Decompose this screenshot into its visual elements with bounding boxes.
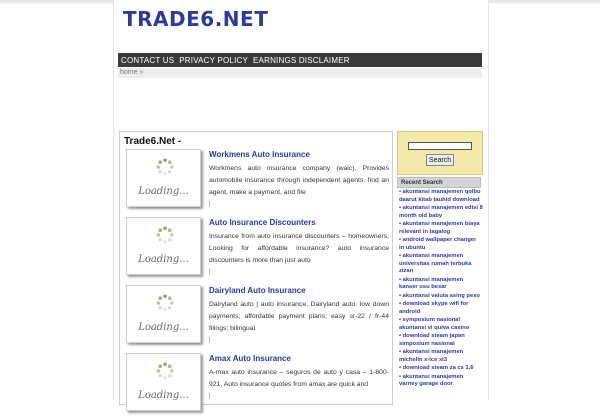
post-thumbnail[interactable]: Loading... [126,285,201,343]
nav-item-privacy-policy[interactable]: PRIVACY POLICY [179,56,248,65]
post-title-link[interactable]: Auto Insurance Discounters [209,218,316,227]
post-excerpt: Dairyland auto | auto insurance, Dairyla… [209,301,389,332]
post-separator: | [209,201,211,207]
post-separator: | [209,269,211,275]
loading-label: Loading... [138,254,189,265]
recent-search-item[interactable]: • download steam japan simposium nasiona… [399,333,483,348]
post-item: Loading... Workmens Auto Insurance Workm… [124,149,390,213]
content-title: Trade6.Net - [124,136,182,147]
recent-search-item[interactable]: • download skype wifi for android [399,301,483,316]
loading-spinner-icon [156,158,174,176]
content-box: Trade6.Net - Loading... Workmens Auto In… [119,131,393,411]
post-thumbnail[interactable]: Loading... [126,353,201,411]
recent-search-link[interactable]: akuntansi manajemen michelin x-ice xi3 [399,349,463,363]
recent-search-item[interactable]: • symposium nasional akuntansi vi quiva … [399,317,483,332]
recent-search-item[interactable]: • akuntansi valuta asing peso [399,293,483,301]
recent-search-item[interactable]: • akuntansi manajemen michelin x-ice xi3 [399,349,483,364]
recent-search-link[interactable]: download skype wifi for android [399,301,468,315]
post-excerpt: A-max auto insurance – seguros de auto y… [209,369,389,388]
recent-search-item[interactable]: • akuntansi manajemen biaya relevant in … [399,221,483,236]
loading-spinner-icon [156,362,174,380]
post-excerpt: Workmens auto insurance company (waic), … [209,165,389,196]
main-nav: CONTACT US PRIVACY POLICY EARNINGS DISCL… [118,53,482,67]
search-widget: Search [397,131,483,175]
loading-label: Loading... [138,390,189,401]
breadcrumb[interactable]: home » [118,68,482,78]
recent-search-link[interactable]: symposium nasional akuntansi vi quiva ca… [399,317,469,331]
recent-search-item[interactable]: • akuntansi manajemen universitas rumah … [399,253,483,276]
recent-search-item[interactable]: • download steam za cs 1.6 [399,365,483,373]
recent-search-link[interactable]: akuntansi manajemen qolbu daarut kitab t… [399,189,481,203]
post-separator: | [209,337,211,343]
recent-search-link[interactable]: download steam za cs 1.6 [403,365,474,371]
recent-search-link[interactable]: akuntansi manajemen universitas rumah te… [399,253,472,274]
recent-search-item[interactable]: • akuntansi manajemen qolbu daarut kitab… [399,189,483,204]
recent-search-link[interactable]: akuntansi manajemen kanser usu besar [399,277,463,291]
post-separator: | [209,393,211,399]
recent-search-list: • akuntansi manajemen qolbu daarut kitab… [399,189,483,390]
post-thumbnail[interactable]: Loading... [126,217,201,275]
recent-search-link[interactable]: akuntansi manajemen biaya relevant in ta… [399,221,480,235]
recent-search-item[interactable]: • akuntansi manajemen varney garage door [399,374,483,389]
recent-search-link[interactable]: akuntansi valuta asing peso [403,293,480,299]
loading-label: Loading... [138,322,189,333]
search-button[interactable]: Search [426,154,454,166]
recent-search-link[interactable]: akuntansi manajemen varney garage door [399,374,463,388]
recent-search-item[interactable]: • akuntansi manajemen kanser usu besar [399,277,483,292]
search-input[interactable] [408,142,472,150]
loading-spinner-icon [156,294,174,312]
recent-search-heading: Recent Search [397,177,481,188]
loading-label: Loading... [138,186,189,197]
recent-search-item[interactable]: • akuntansi manajemen edisi 8 month old … [399,205,483,220]
post-title-link[interactable]: Dairyland Auto Insurance [209,286,306,295]
post-item: Loading... Dairyland Auto Insurance Dair… [124,285,390,349]
post-item: Loading... Auto Insurance Discounters In… [124,217,390,281]
post-thumbnail[interactable]: Loading... [126,149,201,207]
post-item: Loading... Amax Auto Insurance A-max aut… [124,353,390,417]
recent-search-link[interactable]: android wallpaper changer in ubuntu [399,237,476,251]
site-title[interactable]: TRADE6.NET [123,6,268,32]
recent-search-link[interactable]: download steam japan simposium nasional [399,333,465,347]
nav-item-contact-us[interactable]: CONTACT US [121,56,174,65]
post-title-link[interactable]: Workmens Auto Insurance [209,150,310,159]
loading-spinner-icon [156,226,174,244]
nav-item-earnings-disclaimer[interactable]: EARNINGS DISCLAIMER [253,56,350,65]
recent-search-link[interactable]: akuntansi manajemen edisi 8 month old ba… [399,205,483,219]
post-excerpt: Insurance from auto insurance discounter… [209,233,389,264]
recent-search-item[interactable]: • android wallpaper changer in ubuntu [399,237,483,252]
post-title-link[interactable]: Amax Auto Insurance [209,354,291,363]
